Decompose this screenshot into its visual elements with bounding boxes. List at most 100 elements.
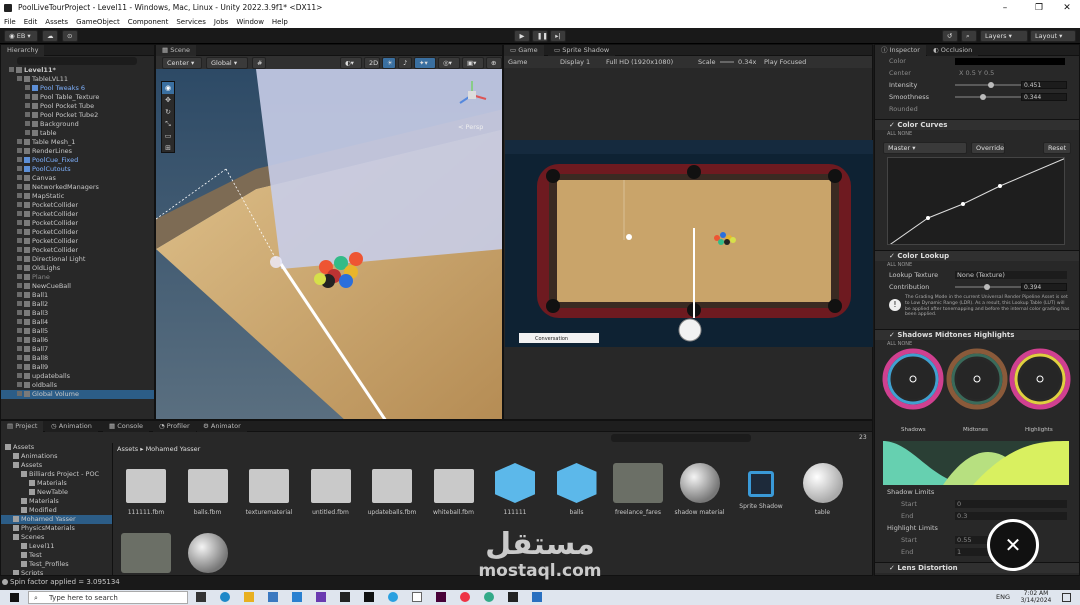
foldout-arrow-icon[interactable] (17, 319, 22, 324)
account-dropdown[interactable]: ◉ EB ▾ (4, 30, 38, 42)
menu-component[interactable]: Component (128, 16, 169, 28)
project-folder-item[interactable]: Materials (1, 479, 112, 488)
lookup-texture-field[interactable]: None (Texture) (955, 271, 1067, 279)
hierarchy-item[interactable]: updateballs (1, 372, 154, 381)
scene-viewport[interactable] (156, 69, 503, 420)
hierarchy-item[interactable]: Ball2 (1, 300, 154, 309)
collab-icon[interactable]: ⊙ (62, 30, 78, 42)
task-view-icon[interactable] (196, 592, 206, 602)
tab-sprite-shadow[interactable]: ▭ Sprite Shadow (548, 45, 616, 56)
asset-item[interactable]: freelance_fares (609, 463, 667, 516)
tab-hierarchy[interactable]: Hierarchy (1, 45, 45, 56)
game-view-dropdown[interactable]: Game (508, 56, 527, 68)
asset-item[interactable]: Sprite Shadow (732, 463, 790, 510)
foldout-arrow-icon[interactable] (17, 283, 22, 288)
menu-window[interactable]: Window (236, 16, 264, 28)
close-icon[interactable]: ✕ (1052, 0, 1080, 16)
hierarchy-item[interactable]: Canvas (1, 174, 154, 183)
asset-item[interactable]: balls.fbm (179, 463, 237, 516)
chrome-icon[interactable] (460, 592, 470, 602)
hierarchy-item[interactable]: NetworkedManagers (1, 183, 154, 192)
cc-all[interactable]: ALL (887, 131, 896, 137)
hierarchy-item[interactable]: PocketCollider (1, 237, 154, 246)
contribution-value[interactable]: 0.394 (1021, 283, 1067, 291)
hierarchy-search-input[interactable] (17, 57, 137, 65)
shadow-start-value[interactable]: 0 (955, 500, 1067, 508)
persp-label[interactable]: < Persp (458, 123, 483, 131)
hierarchy-item[interactable]: Ball7 (1, 345, 154, 354)
notifications-icon[interactable] (1062, 593, 1071, 602)
hierarchy-item[interactable]: Pool Table_Texture (1, 93, 154, 102)
menu-services[interactable]: Services (176, 16, 206, 28)
foldout-arrow-icon[interactable] (17, 256, 22, 261)
foldout-arrow-icon[interactable] (17, 76, 22, 81)
asset-item[interactable]: whiteball.fbm (425, 463, 483, 516)
hierarchy-item[interactable]: PocketCollider (1, 228, 154, 237)
hierarchy-item[interactable]: oldballs (1, 381, 154, 390)
color-curve-graph[interactable] (887, 157, 1065, 245)
taskbar-search-input[interactable]: ⌕ Type here to search (28, 591, 188, 604)
hierarchy-item[interactable]: Plane (1, 273, 154, 282)
snap-icon[interactable]: # (252, 57, 266, 69)
menu-edit[interactable]: Edit (24, 16, 38, 28)
notepad-icon[interactable] (412, 592, 422, 602)
foldout-arrow-icon[interactable] (17, 292, 22, 297)
pause-icon[interactable]: ❚❚ (532, 30, 548, 42)
pivot-dropdown[interactable]: Center ▾ (162, 57, 202, 69)
tab-animator[interactable]: ⚙ Animator (197, 421, 247, 432)
smh-range-graph[interactable] (883, 441, 1069, 485)
foldout-arrow-icon[interactable] (17, 229, 22, 234)
foldout-arrow-icon[interactable] (17, 346, 22, 351)
contribution-knob[interactable] (983, 284, 990, 290)
foldout-arrow-icon[interactable] (17, 391, 22, 396)
foldout-arrow-icon[interactable] (25, 112, 30, 117)
hierarchy-item[interactable]: Ball5 (1, 327, 154, 336)
foldout-arrow-icon[interactable] (17, 166, 22, 171)
hierarchy-item[interactable]: RenderLines (1, 147, 154, 156)
lens-distortion-header[interactable]: ✓ Lens Distortion (875, 562, 1079, 573)
telegram-icon[interactable] (388, 592, 398, 602)
project-folder-item[interactable]: Assets (1, 443, 112, 452)
minimize-icon[interactable]: – (990, 0, 1020, 16)
menu-file[interactable]: File (4, 16, 16, 28)
layout-dropdown[interactable]: Layout ▾ (1030, 30, 1076, 42)
undo-history-icon[interactable]: ↺ (942, 30, 958, 42)
foldout-arrow-icon[interactable] (17, 238, 22, 243)
center-value[interactable]: X 0.5 Y 0.5 (959, 67, 994, 79)
foldout-arrow-icon[interactable] (17, 382, 22, 387)
hierarchy-item[interactable]: PocketCollider (1, 246, 154, 255)
hierarchy-item[interactable]: Pool Pocket Tube (1, 102, 154, 111)
asset-item[interactable]: table (794, 463, 852, 516)
hierarchy-item[interactable]: PoolCue_Fixed (1, 156, 154, 165)
foldout-arrow-icon[interactable] (25, 94, 30, 99)
hierarchy-item[interactable]: Pool Pocket Tube2 (1, 111, 154, 120)
menu-help[interactable]: Help (272, 16, 288, 28)
foldout-arrow-icon[interactable] (25, 103, 30, 108)
hierarchy-item[interactable]: MapStatic (1, 192, 154, 201)
tab-project[interactable]: ▤ Project (1, 421, 44, 432)
color-wheels[interactable] (875, 347, 1080, 419)
hierarchy-item[interactable]: Global Volume (1, 390, 154, 399)
asset-item[interactable]: 111111.fbm (117, 463, 175, 516)
step-icon[interactable]: ▸| (550, 30, 566, 42)
asset-item[interactable]: updateballs.fbm (363, 463, 421, 516)
adobe-xd-icon[interactable] (436, 592, 446, 602)
lighting-icon[interactable]: ☀ (382, 57, 396, 69)
scale-tool-icon[interactable]: ⤡ (162, 118, 174, 130)
taskbar-language[interactable]: ENG (996, 593, 1010, 601)
hierarchy-item[interactable]: Ball4 (1, 318, 154, 327)
windows-start-icon[interactable] (10, 593, 19, 602)
hierarchy-item[interactable]: Ball1 (1, 291, 154, 300)
camera-icon[interactable]: ▣▾ (462, 57, 484, 69)
hierarchy-item[interactable]: NewCueBall (1, 282, 154, 291)
resolution-dropdown[interactable]: Full HD (1920x1080) (606, 56, 673, 68)
foldout-arrow-icon[interactable] (17, 355, 22, 360)
hierarchy-item[interactable]: OldLighs (1, 264, 154, 273)
tab-animation[interactable]: ◷ Animation (45, 421, 98, 432)
asset-item[interactable]: balls (548, 463, 606, 516)
project-folder-item[interactable]: Materials (1, 497, 112, 506)
project-folder-item[interactable]: Mohamed Yasser (1, 515, 112, 524)
intensity-knob[interactable] (988, 82, 995, 88)
foldout-arrow-icon[interactable] (25, 121, 30, 126)
layers-dropdown[interactable]: Layers ▾ (980, 30, 1028, 42)
